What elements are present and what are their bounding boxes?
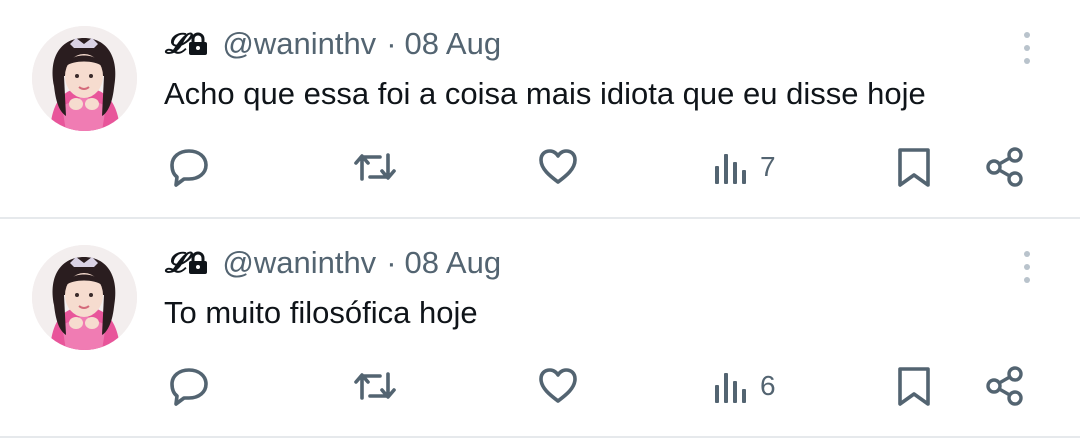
tweet-card[interactable]: 𝓛 @waninthv · 08 Aug Acho que essa foi a…	[0, 0, 1080, 219]
tweet-card[interactable]: 𝓛 @waninthv · 08 Aug To muito filosófica…	[0, 219, 1080, 438]
tweet-text: To muito filosófica hoje	[164, 295, 478, 330]
retweet-icon	[354, 372, 396, 400]
bookmark-button[interactable]	[896, 361, 932, 411]
like-button[interactable]	[536, 361, 580, 411]
retweet-button[interactable]	[350, 361, 400, 411]
retweet-icon	[354, 153, 396, 181]
user-handle[interactable]: @waninthv	[222, 26, 376, 62]
timeline-feed: 𝓛 @waninthv · 08 Aug Acho que essa foi a…	[0, 0, 1080, 438]
views-icon	[715, 373, 746, 403]
views-count: 7	[760, 151, 776, 182]
avatar[interactable]	[32, 26, 137, 131]
share-button[interactable]	[983, 361, 1027, 411]
lock-icon	[188, 32, 208, 56]
tweet-date[interactable]: 08 Aug	[405, 245, 502, 281]
more-options-button[interactable]	[1016, 30, 1038, 66]
views-button[interactable]: 6	[712, 361, 776, 411]
bookmark-icon	[898, 367, 930, 406]
share-icon	[986, 147, 1023, 187]
heart-icon	[539, 149, 577, 184]
retweet-button[interactable]	[350, 142, 400, 192]
display-name[interactable]: 𝓛	[165, 27, 185, 61]
display-name[interactable]: 𝓛	[165, 246, 185, 280]
more-vertical-icon	[1024, 32, 1030, 38]
views-count: 6	[760, 370, 776, 401]
tweet-header: 𝓛 @waninthv · 08 Aug	[165, 26, 501, 62]
reply-button[interactable]	[167, 361, 211, 411]
reply-icon	[170, 149, 208, 187]
lock-icon	[188, 251, 208, 275]
tweet-text: Acho que essa foi a coisa mais idiota qu…	[164, 76, 926, 111]
reply-icon	[170, 368, 208, 406]
tweet-actions: 7	[0, 142, 1080, 192]
like-button[interactable]	[536, 142, 580, 192]
bookmark-button[interactable]	[896, 142, 932, 192]
bookmark-icon	[898, 148, 930, 187]
separator-dot: ·	[386, 26, 397, 61]
heart-icon	[539, 368, 577, 403]
tweet-date[interactable]: 08 Aug	[405, 26, 502, 62]
views-button[interactable]: 7	[712, 142, 776, 192]
avatar[interactable]	[32, 245, 137, 350]
more-options-button[interactable]	[1016, 249, 1038, 285]
more-vertical-icon	[1024, 251, 1030, 257]
share-icon	[986, 366, 1023, 406]
user-handle[interactable]: @waninthv	[222, 245, 376, 281]
reply-button[interactable]	[167, 142, 211, 192]
tweet-header: 𝓛 @waninthv · 08 Aug	[165, 245, 501, 281]
tweet-actions: 6	[0, 361, 1080, 411]
separator-dot: ·	[386, 245, 397, 280]
views-icon	[715, 154, 746, 184]
share-button[interactable]	[983, 142, 1027, 192]
